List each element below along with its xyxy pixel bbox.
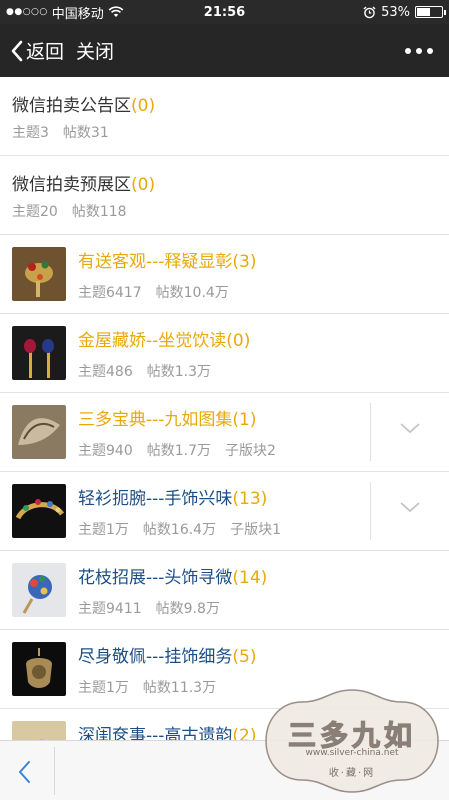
forum-posts: 帖数16.4万	[142, 521, 217, 538]
forum-topics: 主题1万	[78, 521, 129, 538]
alarm-clock-icon	[363, 6, 376, 18]
forum-text: 有送客观---释疑显彰(3) 主题6417 帖数10.4万	[78, 247, 257, 302]
forum-text: 深闺奁事---高古遗韵(2)	[78, 721, 257, 740]
forum-new-count: (3)	[232, 251, 257, 272]
forum-meta: 主题1万 帖数16.4万 子版块1	[78, 519, 295, 539]
forum-title: 花枝招展---头饰寻微(14)	[78, 567, 268, 588]
row-divider	[370, 482, 371, 540]
forum-meta: 主题6417 帖数10.4万	[78, 282, 257, 302]
forum-subforums: 子版块2	[225, 442, 276, 459]
forum-new-count: (2)	[232, 726, 257, 740]
forum-title: 微信拍卖预展区(0)	[12, 175, 156, 195]
chevron-down-icon[interactable]	[399, 421, 421, 435]
forum-row-preview[interactable]: 微信拍卖预展区(0) 主题20 帖数118	[0, 156, 449, 235]
forum-thumbnail	[12, 721, 66, 740]
forum-thumbnail	[12, 484, 66, 538]
chevron-left-icon	[11, 40, 23, 61]
forum-posts: 帖数1.3万	[146, 363, 211, 380]
forum-row-ancient[interactable]: 深闺奁事---高古遗韵(2)	[0, 709, 449, 740]
forum-row-bracelets[interactable]: 轻衫扼腕---手饰兴味(13) 主题1万 帖数16.4万 子版块1	[0, 472, 449, 551]
battery-level	[417, 8, 430, 16]
chevron-down-icon[interactable]	[399, 500, 421, 514]
row-divider	[370, 403, 371, 461]
forum-posts: 帖数118	[71, 204, 127, 220]
toolbar-divider	[54, 747, 55, 795]
forum-new-count: (14)	[232, 567, 268, 588]
back-label: 返回	[26, 41, 65, 63]
forum-title: 金屋藏娇--坐觉饮读(0)	[78, 330, 251, 351]
forum-thumbnail	[12, 326, 66, 380]
forum-meta: 主题3 帖数31	[12, 122, 123, 142]
forum-topics: 主题6417	[78, 284, 142, 301]
status-left: ●●○○○ 中国移动	[6, 3, 363, 22]
forum-title: 尽身敬佩---挂饰细务(5)	[78, 646, 257, 667]
forum-list: 微信拍卖公告区(0) 主题3 帖数31 微信拍卖预展区(0) 主题20 帖数118 …	[0, 77, 449, 740]
forum-row-headwear[interactable]: 花枝招展---头饰寻微(14) 主题9411 帖数9.8万	[0, 551, 449, 630]
forum-posts: 帖数9.8万	[155, 600, 220, 617]
forum-posts: 帖数11.3万	[142, 679, 217, 696]
wifi-icon	[108, 6, 124, 17]
forum-topics: 主题1万	[78, 679, 129, 696]
forum-meta: 主题940 帖数1.7万 子版块2	[78, 440, 290, 460]
battery-percent: 53%	[381, 4, 410, 20]
forum-text: 轻衫扼腕---手饰兴味(13) 主题1万 帖数16.4万 子版块1	[78, 484, 295, 539]
forum-text: 花枝招展---头饰寻微(14) 主题9411 帖数9.8万	[78, 563, 267, 618]
forum-thumbnail	[12, 642, 66, 696]
forum-meta: 主题9411 帖数9.8万	[78, 598, 267, 618]
forum-row-pendants[interactable]: 尽身敬佩---挂饰细务(5) 主题1万 帖数11.3万	[0, 630, 449, 709]
forum-title: 微信拍卖公告区(0)	[12, 96, 156, 116]
forum-new-count: (0)	[226, 330, 251, 351]
forum-row-announcements[interactable]: 微信拍卖公告区(0) 主题3 帖数31	[0, 77, 449, 156]
back-arrow-icon[interactable]	[16, 759, 32, 785]
status-bar: ●●○○○ 中国移动 21:56 53%	[0, 0, 449, 24]
forum-new-count: (5)	[232, 646, 257, 667]
forum-title: 深闺奁事---高古遗韵(2)	[78, 721, 257, 740]
close-button[interactable]: 关闭	[76, 37, 114, 64]
forum-new-count: (13)	[232, 488, 268, 509]
forum-thumbnail	[12, 247, 66, 301]
forum-topics: 主题3	[12, 125, 49, 141]
more-dot-icon	[405, 47, 411, 54]
forum-posts: 帖数10.4万	[155, 284, 229, 301]
forum-posts: 帖数1.7万	[146, 442, 211, 459]
forum-row-gallery[interactable]: 三多宝典---九如图集(1) 主题940 帖数1.7万 子版块2	[0, 393, 449, 472]
forum-text: 金屋藏娇--坐觉饮读(0) 主题486 帖数1.3万	[78, 326, 250, 381]
nav-bar: 返回 关闭	[0, 24, 449, 77]
forum-text: 尽身敬佩---挂饰细务(5) 主题1万 帖数11.3万	[78, 642, 257, 697]
signal-strength-icon: ●●○○○	[6, 7, 48, 17]
forum-topics: 主题486	[78, 363, 133, 380]
back-button[interactable]: 返回	[10, 37, 64, 64]
more-options-button[interactable]	[399, 42, 439, 60]
forum-title: 轻衫扼腕---手饰兴味(13)	[78, 488, 268, 509]
forum-topics: 主题20	[12, 204, 58, 220]
forum-subforums: 子版块1	[230, 521, 282, 538]
forum-title: 三多宝典---九如图集(1)	[78, 409, 257, 430]
carrier-name: 中国移动	[51, 6, 104, 22]
forum-thumbnail	[12, 405, 66, 459]
forum-new-count: (1)	[232, 409, 257, 430]
forum-new-count: (0)	[131, 96, 156, 116]
forum-row-qa[interactable]: 有送客观---释疑显彰(3) 主题6417 帖数10.4万	[0, 235, 449, 314]
bottom-toolbar	[0, 740, 449, 800]
forum-meta: 主题486 帖数1.3万	[78, 361, 250, 381]
more-dot-icon	[427, 47, 433, 54]
more-dot-icon	[416, 47, 422, 54]
forum-meta: 主题1万 帖数11.3万	[78, 677, 257, 697]
forum-thumbnail	[12, 563, 66, 617]
forum-title: 有送客观---释疑显彰(3)	[78, 251, 257, 272]
status-right: 53%	[363, 4, 446, 20]
forum-meta: 主题20 帖数118	[12, 201, 141, 221]
forum-new-count: (0)	[131, 175, 156, 195]
forum-topics: 主题9411	[78, 600, 142, 617]
forum-posts: 帖数31	[62, 125, 109, 141]
forum-text: 三多宝典---九如图集(1) 主题940 帖数1.7万 子版块2	[78, 405, 290, 460]
forum-topics: 主题940	[78, 442, 133, 459]
battery-icon	[415, 6, 446, 18]
forum-row-reading[interactable]: 金屋藏娇--坐觉饮读(0) 主题486 帖数1.3万	[0, 314, 449, 393]
